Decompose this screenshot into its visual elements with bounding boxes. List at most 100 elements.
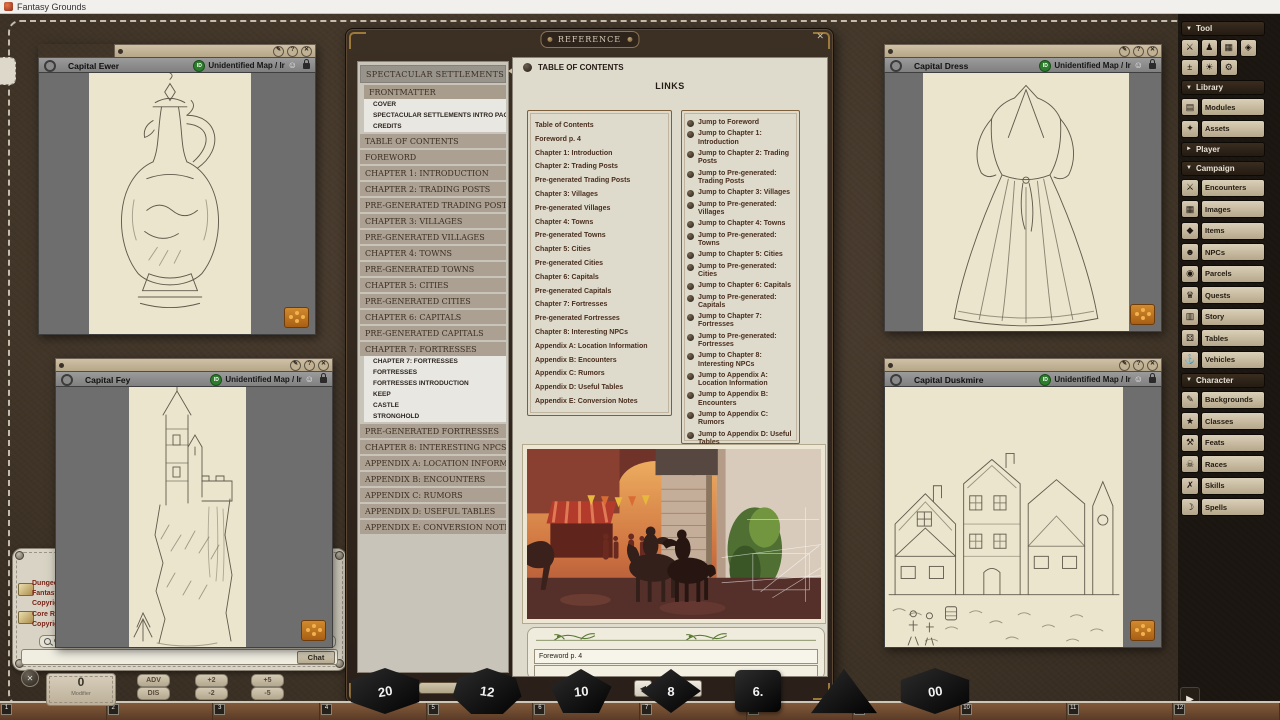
image-canvas[interactable] bbox=[884, 72, 1162, 332]
sidebar-button[interactable]: ✗ Skills bbox=[1181, 477, 1265, 495]
toc-link[interactable]: Appendix E: Conversion Notes bbox=[535, 395, 671, 409]
sidebar-button[interactable]: ⚓ Vehicles bbox=[1181, 351, 1265, 369]
toc-link[interactable]: Chapter 6: Capitals bbox=[535, 271, 671, 285]
index-entry[interactable]: TABLE OF CONTENTS bbox=[360, 134, 506, 148]
d8-die[interactable]: 8 bbox=[641, 669, 701, 713]
lock-icon[interactable] bbox=[303, 63, 310, 69]
jump-link[interactable]: Jump to Pre-generated: Capitals bbox=[687, 294, 795, 310]
index-entry[interactable]: APPENDIX C: RUMORS bbox=[360, 488, 506, 502]
index-entry[interactable]: FOREWORD bbox=[360, 150, 506, 164]
window-capital-ewer[interactable]: ✎ ? ✕ Capital Ewer ID Unidentified Map /… bbox=[38, 44, 316, 335]
index-entry[interactable]: SPECTACULAR SETTLEMENTS bbox=[360, 65, 506, 83]
toc-link[interactable]: Pre-generated Cities bbox=[535, 257, 671, 271]
index-entry[interactable]: CHAPTER 1: INTRODUCTION bbox=[360, 166, 506, 180]
toc-link[interactable]: Chapter 5: Cities bbox=[535, 243, 671, 257]
sidebar-button[interactable]: ★ Classes bbox=[1181, 412, 1265, 430]
index-entry[interactable]: PRE-GENERATED CAPITALS bbox=[360, 326, 506, 340]
jump-link[interactable]: Jump to Pre-generated: Fortresses bbox=[687, 333, 795, 349]
radial-menu-button[interactable]: ✕ bbox=[21, 669, 39, 687]
index-entry[interactable]: CHAPTER 7: FORTRESSES bbox=[360, 342, 506, 356]
toc-link[interactable]: Chapter 2: Trading Posts bbox=[535, 160, 671, 174]
sidebar-button[interactable]: ☻ NPCs bbox=[1181, 243, 1265, 261]
sidebar-button[interactable]: ✎ Backgrounds bbox=[1181, 391, 1265, 409]
section-tool[interactable]: ▼ Tool bbox=[1181, 21, 1265, 36]
jump-link[interactable]: Jump to Appendix A: Location Information bbox=[687, 372, 795, 388]
help-icon[interactable]: ? bbox=[287, 46, 298, 57]
radial-menu-icon[interactable] bbox=[284, 307, 309, 328]
index-entry[interactable]: FORTRESSES INTRODUCTION bbox=[364, 378, 506, 389]
modifiers-tool-icon[interactable]: ± bbox=[1181, 59, 1199, 77]
face-icon[interactable]: ☺ bbox=[1134, 375, 1143, 384]
index-entry[interactable]: CHAPTER 5: CITIES bbox=[360, 278, 506, 292]
lighting-tool-icon[interactable]: ☀ bbox=[1201, 59, 1219, 77]
jump-link[interactable]: Jump to Chapter 7: Fortresses bbox=[687, 313, 795, 329]
sidebar-button[interactable]: ▦ Images bbox=[1181, 200, 1265, 218]
toc-link[interactable]: Chapter 1: Introduction bbox=[535, 147, 671, 161]
d6-die[interactable]: 6. bbox=[735, 670, 781, 712]
toc-link[interactable]: Appendix A: Location Information bbox=[535, 340, 671, 354]
close-icon[interactable]: ✕ bbox=[318, 360, 329, 371]
index-entry[interactable]: CHAPTER 6: CAPITALS bbox=[360, 310, 506, 324]
sidebar-button[interactable]: ♛ Quests bbox=[1181, 286, 1265, 304]
lock-icon[interactable] bbox=[1149, 377, 1156, 383]
footer-entry[interactable]: Foreword p. 4 bbox=[534, 649, 818, 664]
sidebar-button[interactable]: ◉ Parcels bbox=[1181, 265, 1265, 283]
index-entry[interactable]: PRE-GENERATED VILLAGES bbox=[360, 230, 506, 244]
swords-tool-icon[interactable]: ⚔ bbox=[1181, 39, 1199, 57]
d100-die[interactable]: 00 bbox=[897, 668, 973, 714]
party-tool-icon[interactable]: ♟ bbox=[1201, 39, 1219, 57]
help-icon[interactable]: ? bbox=[1133, 46, 1144, 57]
sidebar-button[interactable]: ⚄ Tables bbox=[1181, 329, 1265, 347]
index-entry[interactable]: KEEP bbox=[364, 389, 506, 400]
index-entry[interactable]: STRONGHOLD bbox=[364, 411, 506, 422]
radial-menu-icon[interactable] bbox=[1130, 304, 1155, 325]
toc-link[interactable]: Pre-generated Towns bbox=[535, 229, 671, 243]
index-entry[interactable]: FORTRESSES bbox=[364, 367, 506, 378]
face-icon[interactable]: ☺ bbox=[1134, 61, 1143, 70]
image-canvas[interactable] bbox=[55, 386, 333, 648]
dis-button[interactable]: DIS bbox=[137, 687, 170, 700]
index-entry[interactable]: PRE-GENERATED TOWNS bbox=[360, 262, 506, 276]
modifier-box[interactable]: 0 Modifier bbox=[46, 673, 116, 706]
sidebar-button[interactable]: ☠ Races bbox=[1181, 455, 1265, 473]
toc-link[interactable]: Pre-generated Villages bbox=[535, 202, 671, 216]
jump-link[interactable]: Jump to Chapter 5: Cities bbox=[687, 251, 795, 259]
jump-link[interactable]: Jump to Pre-generated: Cities bbox=[687, 263, 795, 279]
jump-link[interactable]: Jump to Chapter 2: Trading Posts bbox=[687, 150, 795, 166]
edit-icon[interactable]: ✎ bbox=[290, 360, 301, 371]
toc-link[interactable]: Pre-generated Capitals bbox=[535, 285, 671, 299]
d20-tray-icon[interactable]: ◈ bbox=[1240, 39, 1258, 57]
index-entry[interactable]: CHAPTER 8: INTERESTING NPCS bbox=[360, 440, 506, 454]
jump-link[interactable]: Jump to Chapter 6: Capitals bbox=[687, 282, 795, 290]
plus2-button[interactable]: +2 bbox=[195, 674, 228, 687]
hotbar-slot[interactable]: 11 bbox=[1067, 703, 1174, 720]
chat-input[interactable]: Chat bbox=[21, 649, 338, 665]
chat-send-button[interactable]: Chat bbox=[297, 651, 335, 664]
index-entry[interactable]: CREDITS bbox=[364, 121, 506, 132]
close-icon[interactable]: ✕ bbox=[1147, 46, 1158, 57]
jump-link[interactable]: Jump to Chapter 3: Villages bbox=[687, 189, 795, 197]
index-entry[interactable]: CHAPTER 3: VILLAGES bbox=[360, 214, 506, 228]
image-canvas[interactable] bbox=[38, 72, 316, 335]
jump-link[interactable]: Jump to Chapter 1: Introduction bbox=[687, 130, 795, 146]
radial-menu-icon[interactable] bbox=[1130, 620, 1155, 641]
minus2-button[interactable]: -2 bbox=[195, 687, 228, 700]
d12-die[interactable]: 12 bbox=[451, 668, 523, 714]
d4-die[interactable] bbox=[811, 668, 877, 714]
index-entry[interactable]: PRE-GENERATED CITIES bbox=[360, 294, 506, 308]
close-icon[interactable]: ✕ bbox=[301, 46, 312, 57]
reference-title-plate[interactable]: REFERENCE bbox=[540, 31, 639, 48]
sidebar-button[interactable]: ☽ Spells bbox=[1181, 498, 1265, 516]
jump-link[interactable]: Jump to Foreword bbox=[687, 119, 795, 127]
jump-link[interactable]: Jump to Chapter 8: Interesting NPCs bbox=[687, 352, 795, 368]
index-entry[interactable]: APPENDIX D: USEFUL TABLES bbox=[360, 504, 506, 518]
jump-link[interactable]: Jump to Pre-generated: Villages bbox=[687, 201, 795, 217]
sidebar-button[interactable]: ⚒ Feats bbox=[1181, 434, 1265, 452]
close-icon[interactable]: ✕ bbox=[816, 32, 824, 41]
jump-link[interactable]: Jump to Appendix B: Encounters bbox=[687, 391, 795, 407]
face-icon[interactable]: ☺ bbox=[305, 375, 314, 384]
hotbar-slot[interactable]: 12 bbox=[1173, 703, 1280, 720]
toc-link[interactable]: Chapter 3: Villages bbox=[535, 188, 671, 202]
index-entry[interactable]: CHAPTER 7: FORTRESSES bbox=[364, 356, 506, 367]
toc-link[interactable]: Appendix C: Rumors bbox=[535, 367, 671, 381]
